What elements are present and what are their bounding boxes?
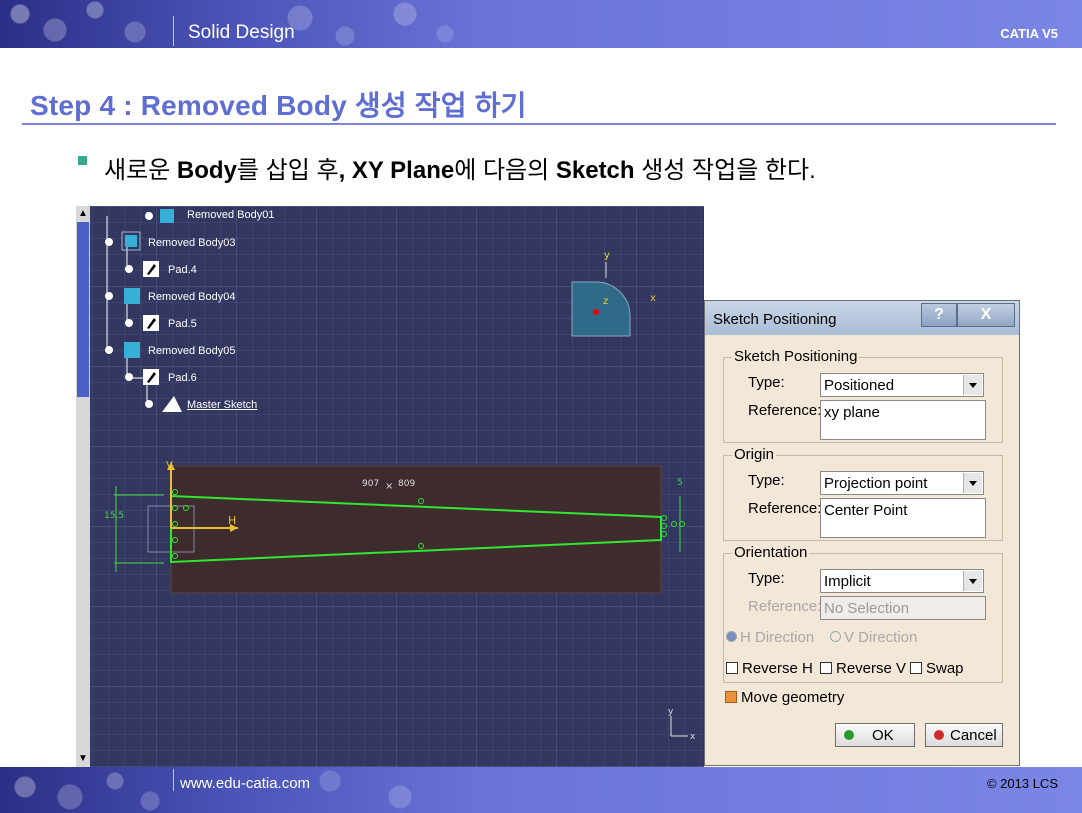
origin-type-label: Type: [748,472,785,489]
bullet-icon [78,156,87,165]
tree-item-removed-body04[interactable]: Removed Body04 [148,291,235,303]
instruction-text: 새로운 Body를 삽입 후, XY Plane에 다음의 Sketch 생성 … [104,157,816,184]
reverse-v-checkbox[interactable]: Reverse V [820,660,906,677]
reverse-h-checkbox[interactable]: Reverse H [726,660,813,677]
reference-label: Reference: [748,402,822,419]
origin-reference-field[interactable]: Center Point [820,498,986,538]
cancel-button[interactable]: Cancel [925,723,1003,747]
footer-copyright: © 2013 LCS [986,776,1058,791]
positioning-type-select[interactable]: Positioned [820,373,984,397]
group-label-sketch-positioning: Sketch Positioning [732,348,860,365]
sketch-axis-v: V [166,460,173,471]
type-label: Type: [748,374,785,391]
title-underline [22,123,1056,125]
page-title: Step 4 : Removed Body 생성 작업 하기 [30,90,527,121]
axis-label-z: z [603,296,608,307]
dialog-title: Sketch Positioning [713,311,837,328]
dimension-right[interactable]: 5 [677,478,683,488]
v-direction-radio: V Direction [830,629,917,646]
catia-viewport[interactable]: y x z H V 15.5 5 907 × 809 y x Removed B… [76,206,704,767]
mini-axis-label-y: y [668,707,674,717]
origin-reference-label: Reference: [748,500,822,517]
orientation-type-select[interactable]: Implicit [820,569,984,593]
orientation-type-label: Type: [748,570,785,587]
group-label-origin: Origin [732,446,777,463]
header-title: Solid Design [188,22,295,43]
tree-item-removed-body05[interactable]: Removed Body05 [148,345,235,357]
scroll-up-icon[interactable]: ▲ [77,208,89,220]
tree-item-pad5[interactable]: Pad.5 [168,318,197,330]
move-geometry-checkbox[interactable]: Move geometry [725,689,844,706]
coord-y: 809 [398,479,415,489]
group-origin: Origin Type: Projection point Reference:… [723,446,1003,541]
tree-item-removed-body03[interactable]: Removed Body03 [148,237,235,249]
sketch-axis-h: H [228,514,236,527]
orientation-reference-field: No Selection [820,596,986,620]
scroll-thumb[interactable] [77,222,89,397]
origin-type-select[interactable]: Projection point [820,471,984,495]
header-brand: CATIA V5 [1000,26,1058,41]
chevron-down-icon[interactable] [963,375,982,395]
mini-axis-label-x: x [690,732,696,742]
help-button[interactable]: ? [921,303,957,327]
orientation-reference-label: Reference: [748,598,822,615]
scroll-down-icon[interactable]: ▼ [77,753,89,765]
group-sketch-positioning: Sketch Positioning Type: Positioned Refe… [723,348,1003,443]
tree-scrollbar[interactable]: ▲ ▼ [76,206,90,767]
header-separator [173,16,174,46]
chevron-down-icon[interactable] [963,473,982,493]
tree-item-pad4[interactable]: Pad.4 [168,264,197,276]
dimension-left[interactable]: 15.5 [104,511,124,521]
h-direction-radio: H Direction [726,629,814,646]
ok-button[interactable]: OK [835,723,915,747]
positioning-reference-field[interactable]: xy plane [820,400,986,440]
footer-url[interactable]: www.edu-catia.com [180,775,310,792]
tree-item-pad6[interactable]: Pad.6 [168,372,197,384]
dialog-titlebar[interactable]: Sketch Positioning ? X [705,301,1019,335]
group-label-orientation: Orientation [732,544,810,561]
chevron-down-icon[interactable] [963,571,982,591]
group-orientation: Orientation Type: Implicit Reference: No… [723,544,1003,683]
coord-separator: × [385,481,393,492]
axis-label-y: y [604,250,610,261]
footer-bar: www.edu-catia.com © 2013 LCS [0,767,1082,813]
tree-item-master-sketch[interactable]: Master Sketch [187,399,257,411]
tree-item-removed-body01[interactable]: Removed Body01 [187,209,274,221]
swap-checkbox[interactable]: Swap [910,660,964,677]
coord-x: 907 [362,479,379,489]
ok-led-icon [844,730,854,740]
cancel-led-icon [934,730,944,740]
close-button[interactable]: X [957,303,1015,327]
axis-label-x: x [650,293,656,304]
sketch-plane [170,465,662,594]
sketch-positioning-dialog: Sketch Positioning ? X Sketch Positionin… [704,300,1020,766]
header-bar: Solid Design CATIA V5 [0,0,1082,48]
footer-separator [173,769,174,791]
